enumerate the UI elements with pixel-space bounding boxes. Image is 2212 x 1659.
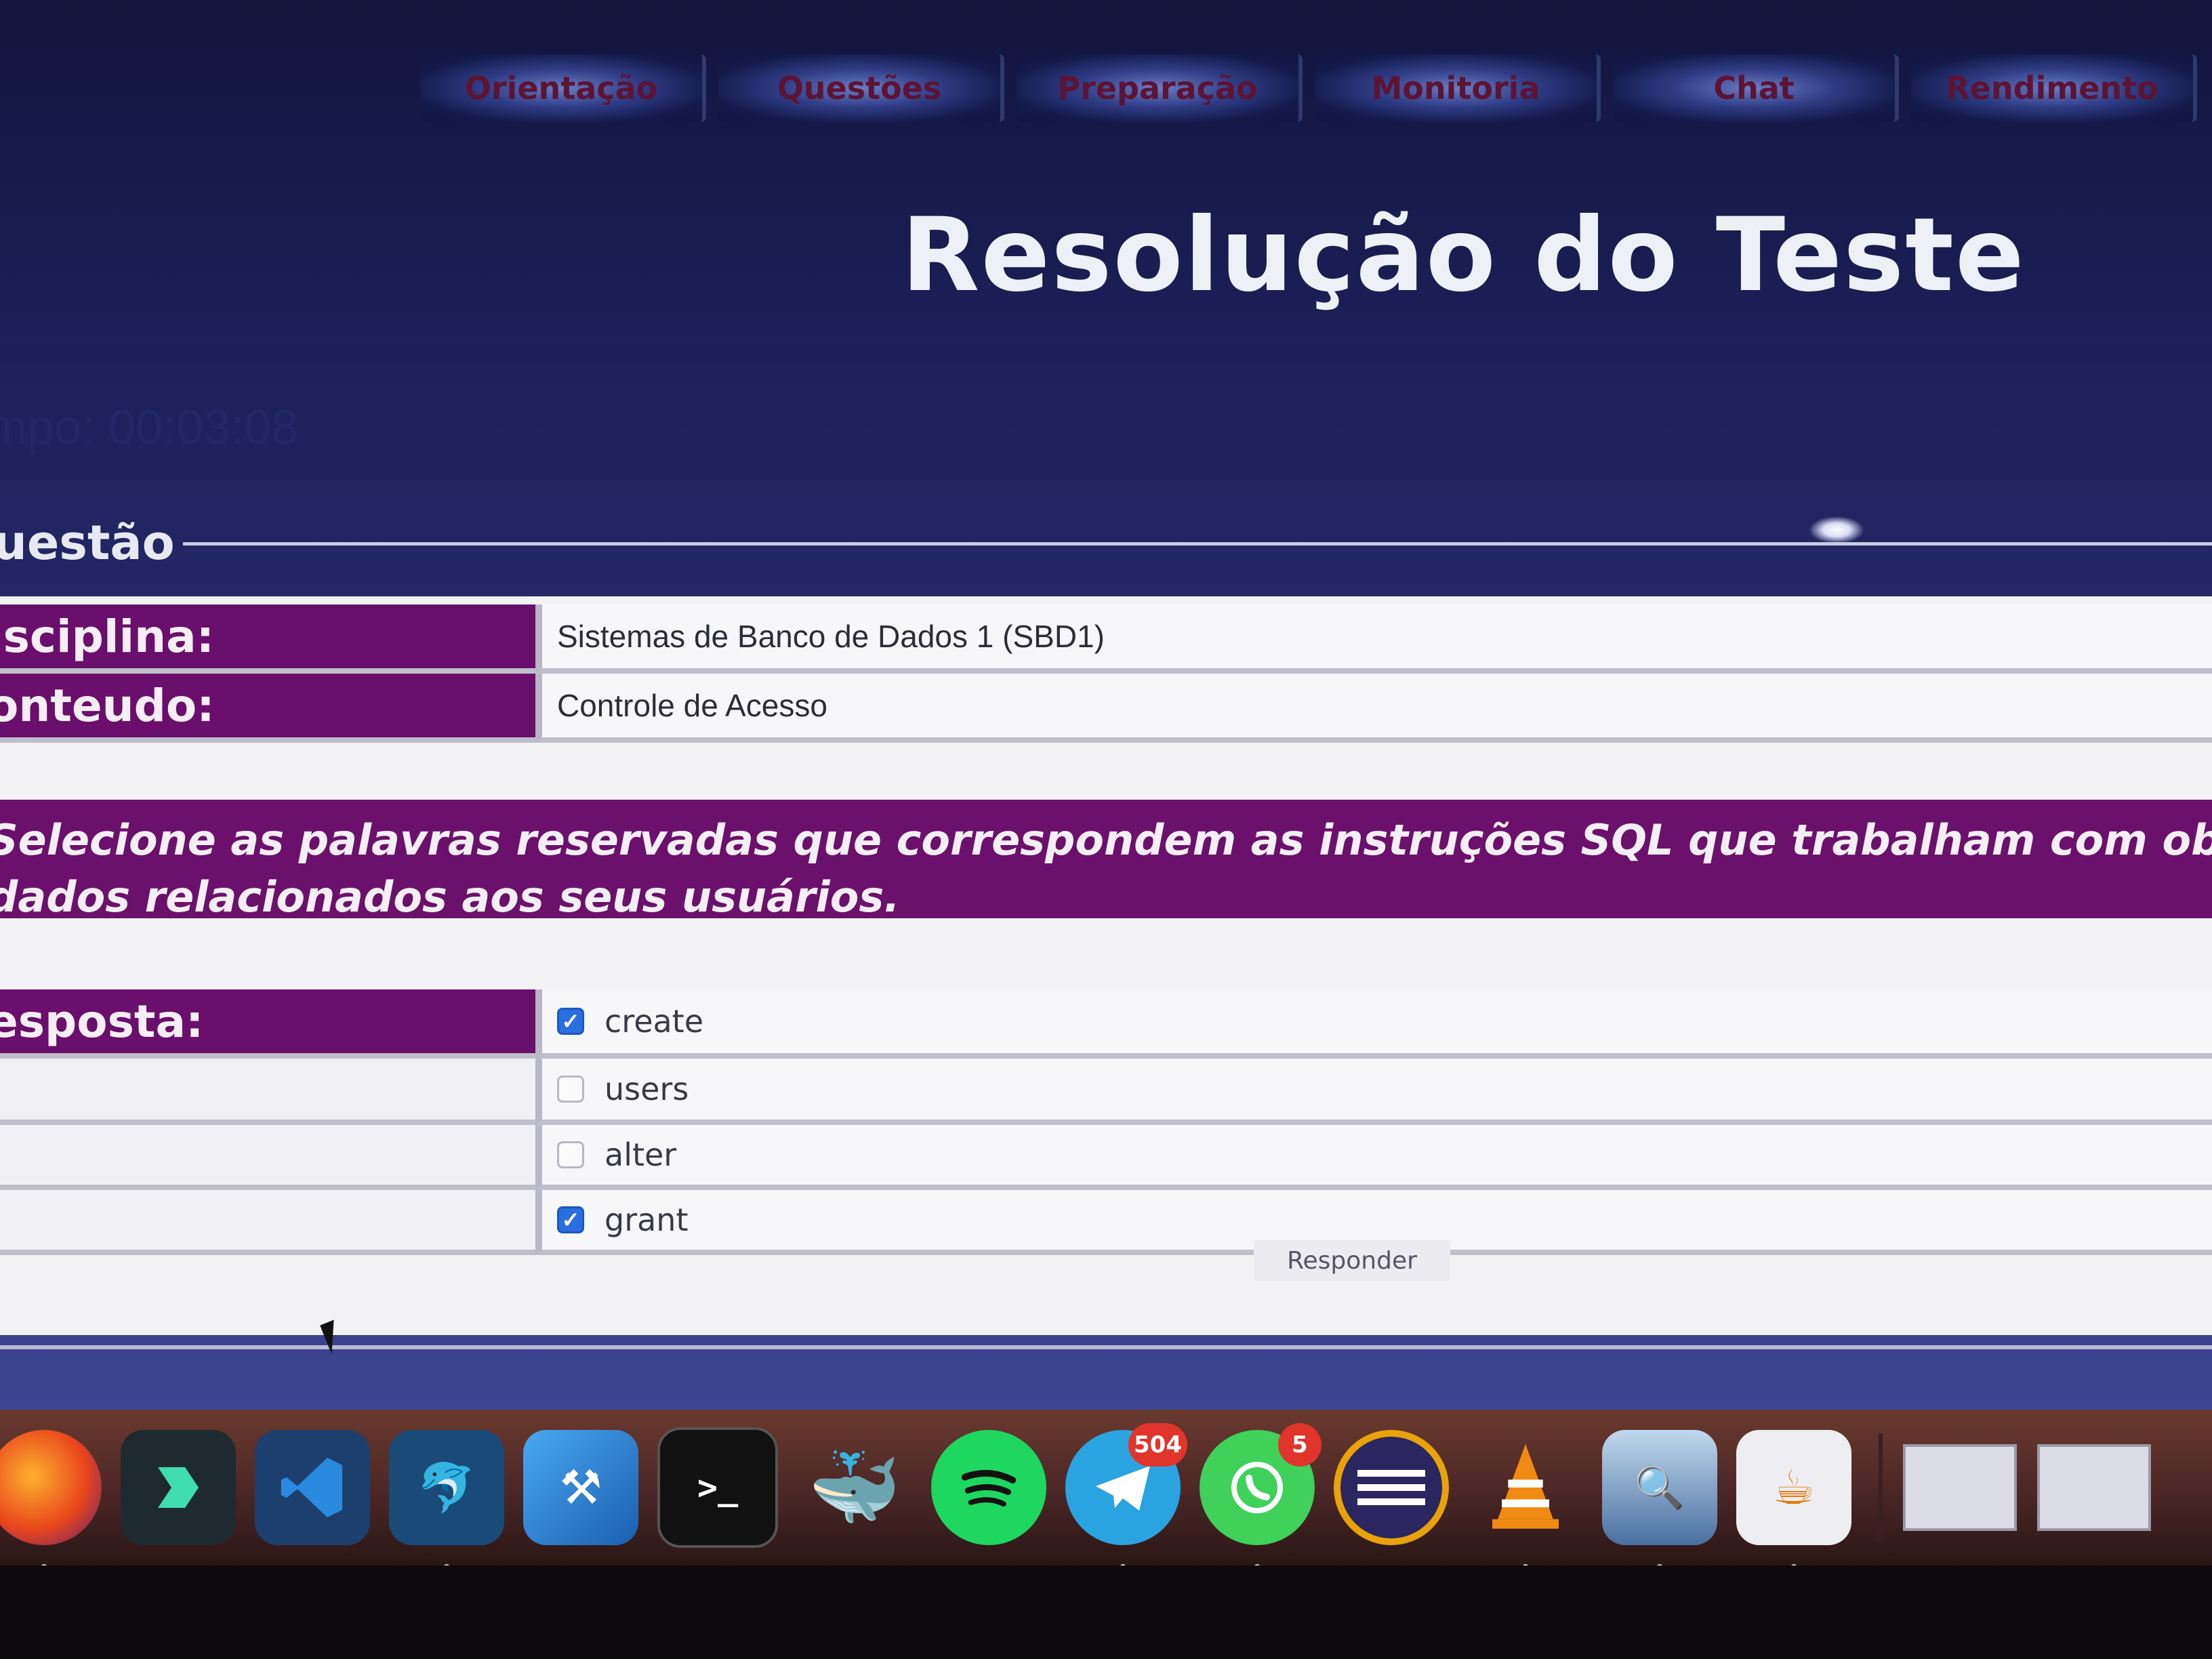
conteudo-value: Controle de Acesso [535, 674, 2212, 743]
empty-label-cell [0, 1125, 535, 1190]
disciplina-label: isciplina: [0, 605, 535, 674]
conteudo-label: onteudo: [0, 674, 535, 743]
answer-row-1: esposta: ✓ create [0, 989, 2212, 1059]
coffee-cup-glyph: ☕ [1772, 1460, 1816, 1515]
vscode-glyph [281, 1458, 342, 1517]
resposta-label: esposta: [0, 989, 535, 1059]
filmora-icon[interactable] [121, 1430, 236, 1545]
nav-monitoria[interactable]: Monitoria [1315, 54, 1601, 122]
disciplina-row: isciplina: Sistemas de Banco de Dados 1 … [0, 605, 2212, 674]
checkbox-create[interactable]: ✓ [557, 1008, 584, 1035]
screen-bezel [0, 1565, 2212, 1659]
option-users[interactable]: users [535, 1059, 2212, 1125]
screen-glare [1809, 516, 1864, 544]
xcode-icon[interactable]: ⚒ [523, 1430, 638, 1545]
vlc-icon[interactable] [1468, 1430, 1583, 1571]
conteudo-row: onteudo: Controle de Acesso [0, 674, 2212, 743]
responder-button[interactable]: Responder [1254, 1240, 1450, 1281]
notification-badge: 5 [1278, 1423, 1322, 1467]
nav-chat[interactable]: Chat [1613, 54, 1899, 122]
nav-orientacao[interactable]: Orientação [420, 54, 706, 122]
answer-row-4: ✓ grant [0, 1190, 2212, 1255]
nav-questoes[interactable]: Questões [718, 54, 1004, 122]
minimized-window-thumbnail[interactable] [1903, 1444, 2017, 1531]
phone-glyph [1231, 1462, 1283, 1513]
fieldset-legend: uestão [0, 515, 175, 571]
checkbox-alter[interactable] [557, 1141, 584, 1168]
disciplina-value: Sistemas de Banco de Dados 1 (SBD1) [535, 605, 2212, 674]
spotify-icon[interactable] [931, 1430, 1046, 1545]
telegram-icon[interactable]: 504 [1065, 1423, 1187, 1571]
minimized-window-thumbnail[interactable] [2037, 1444, 2151, 1531]
eclipse-stripes [1357, 1470, 1425, 1505]
eclipse-icon[interactable] [1334, 1430, 1449, 1545]
question-line-2: dados relacionados aos seus usuários. [0, 872, 900, 918]
page-title: Resolução do Teste [901, 197, 2026, 314]
fieldset-border [183, 542, 2212, 546]
option-alter[interactable]: alter [535, 1125, 2212, 1190]
nav-preparacao[interactable]: Preparação [1017, 54, 1303, 122]
hammer-glyph: ⚒ [559, 1460, 602, 1515]
filmora-glyph [158, 1467, 199, 1508]
checkbox-users[interactable] [557, 1076, 584, 1103]
terminal-icon[interactable]: >_ [657, 1427, 778, 1548]
traffic-cone-glyph [1492, 1443, 1559, 1529]
timer-text: mpo: 00:03:08 [0, 401, 299, 455]
option-label: grant [605, 1202, 689, 1238]
dolphin-glyph: 🐬 [417, 1459, 476, 1515]
top-nav: Orientação Questões Preparação Monitoria… [420, 54, 2209, 122]
magnifier-glyph: 🔍 [1634, 1464, 1685, 1512]
option-label: create [605, 1003, 704, 1040]
dock-separator [1879, 1433, 1883, 1542]
empty-label-cell [0, 1190, 535, 1255]
nav-rendimento[interactable]: Rendimento [1911, 54, 2197, 122]
option-label: alter [605, 1136, 677, 1173]
question-text: Selecione as palavras reservadas que cor… [0, 800, 2212, 918]
empty-label-cell [0, 1059, 535, 1125]
whatsapp-icon[interactable]: 5 [1200, 1423, 1322, 1571]
answer-row-2: users [0, 1059, 2212, 1125]
preview-icon[interactable]: 🔍 [1602, 1430, 1717, 1571]
macos-dock: 🐬 ⚒ >_ 🐳 504 5 🔍 ☕ [0, 1410, 2212, 1571]
spotify-waves [961, 1470, 1017, 1507]
notification-badge: 504 [1128, 1423, 1187, 1467]
option-create[interactable]: ✓ create [535, 989, 2212, 1059]
docker-icon[interactable]: 🐳 [797, 1430, 912, 1545]
mysql-workbench-icon[interactable]: 🐬 [389, 1430, 504, 1571]
firefox-icon[interactable] [0, 1430, 102, 1571]
question-line-1: Selecione as palavras reservadas que cor… [0, 815, 2212, 865]
java-icon[interactable]: ☕ [1736, 1430, 1851, 1571]
answer-row-3: alter [0, 1125, 2212, 1190]
vscode-icon[interactable] [255, 1430, 370, 1545]
fieldset-legend-row: uestão [0, 515, 2212, 576]
whale-glyph: 🐳 [808, 1443, 901, 1531]
checkbox-grant[interactable]: ✓ [557, 1206, 584, 1233]
option-label: users [605, 1071, 689, 1107]
